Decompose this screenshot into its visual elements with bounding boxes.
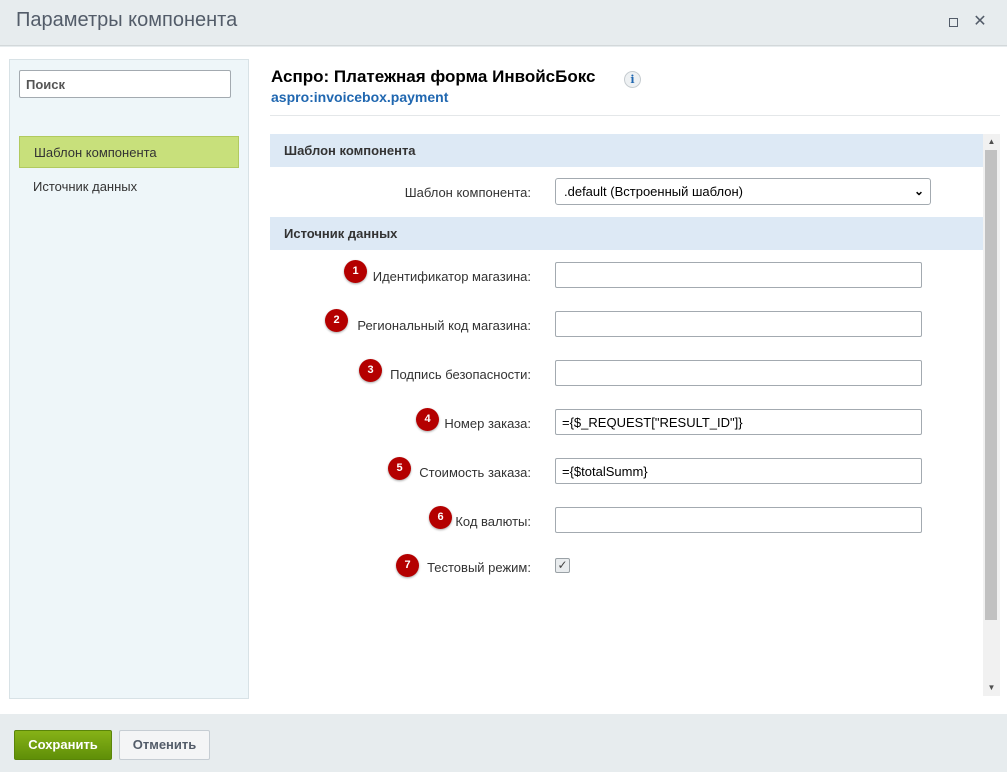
maximize-icon[interactable]: [945, 14, 961, 30]
field-label-region-code: Региональный код магазина:: [357, 318, 531, 333]
order-cost-field[interactable]: [555, 458, 922, 484]
chevron-down-icon: ⌄: [913, 184, 924, 198]
currency-code-field[interactable]: [555, 507, 922, 533]
number-badge: 2: [325, 309, 348, 332]
section-header-data-source: Источник данных: [270, 217, 983, 250]
search-input[interactable]: [19, 70, 231, 98]
test-mode-checkbox[interactable]: ✓: [555, 558, 570, 573]
component-code: aspro:invoicebox.payment: [271, 89, 449, 105]
template-select[interactable]: .default (Встроенный шаблон) ⌄: [555, 178, 931, 205]
scroll-down-icon[interactable]: ▼: [983, 680, 1000, 696]
save-button[interactable]: Сохранить: [14, 730, 112, 760]
field-label-test-mode: Тестовый режим:: [427, 560, 531, 575]
number-badge: 5: [388, 457, 411, 480]
dialog-footer: Сохранить Отменить: [0, 714, 1007, 772]
region-code-field[interactable]: [555, 311, 922, 337]
field-label-security-signature: Подпись безопасности:: [390, 367, 531, 382]
order-number-field[interactable]: [555, 409, 922, 435]
cancel-button[interactable]: Отменить: [119, 730, 210, 760]
number-badge: 6: [429, 506, 452, 529]
close-icon[interactable]: ✕: [972, 14, 988, 30]
number-badge: 7: [396, 554, 419, 577]
number-badge: 1: [344, 260, 367, 283]
number-badge: 3: [359, 359, 382, 382]
sidebar-item-data-source[interactable]: Источник данных: [19, 171, 239, 203]
window-title: Параметры компонента: [16, 9, 238, 31]
scroll-up-icon[interactable]: ▲: [983, 134, 1000, 150]
shop-id-field[interactable]: [555, 262, 922, 288]
field-label-order-number: Номер заказа:: [444, 416, 531, 431]
sidebar: Шаблон компонента Источник данных: [9, 59, 249, 699]
dialog-content: Шаблон компонента Источник данных Аспро:…: [0, 47, 1007, 714]
section-header-template: Шаблон компонента: [270, 134, 983, 167]
field-label-template: Шаблон компонента:: [404, 185, 531, 200]
window-titlebar: Параметры компонента ✕: [0, 0, 1007, 46]
field-label-order-cost: Стоимость заказа:: [419, 465, 531, 480]
divider: [270, 115, 1000, 116]
field-label-shop-id: Идентификатор магазина:: [372, 269, 531, 284]
component-title: Аспро: Платежная форма ИнвойсБокс: [271, 67, 596, 86]
security-signature-field[interactable]: [555, 360, 922, 386]
field-label-currency-code: Код валюты:: [455, 514, 531, 529]
number-badge: 4: [416, 408, 439, 431]
template-select-value: .default (Встроенный шаблон): [564, 184, 743, 199]
scrollbar-thumb[interactable]: [985, 150, 997, 620]
info-icon[interactable]: i: [624, 71, 641, 88]
sidebar-item-template[interactable]: Шаблон компонента: [19, 136, 239, 168]
